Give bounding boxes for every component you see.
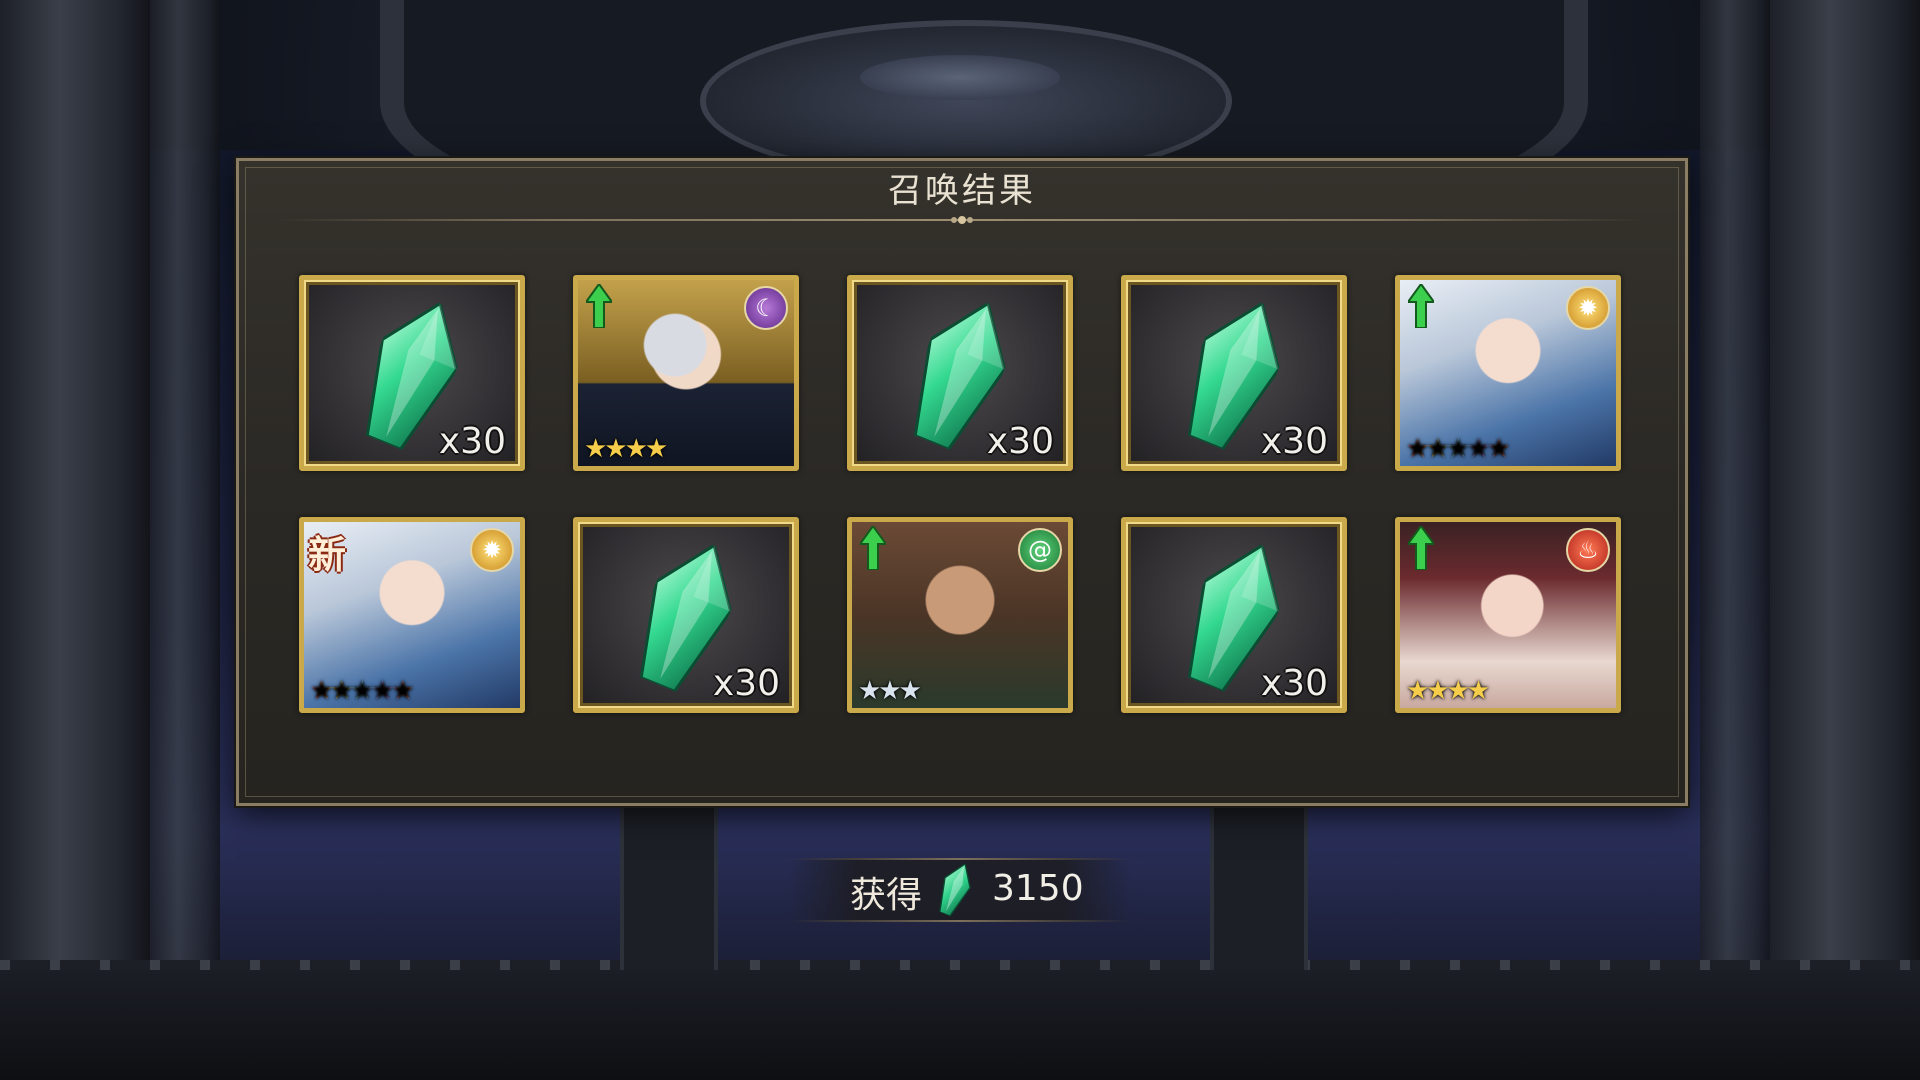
crystal-quantity: x30 [986,421,1054,462]
crystal-reward-card[interactable]: x30 [847,275,1073,471]
arrow-up-icon [1408,526,1434,570]
crystal-quantity: x30 [712,663,780,704]
flame-icon: ♨ [1566,528,1610,572]
title-ornament-icon [922,216,1002,224]
background-floor [0,970,1920,1080]
obtained-summary: 获得 3150 [788,858,1132,922]
crystal-reward-card[interactable]: x30 [1121,517,1347,713]
background-pillar [1700,0,1770,1080]
crystal-quantity: x30 [1260,663,1328,704]
crystal-reward-card[interactable]: x30 [299,275,525,471]
obtained-label: 获得 [850,875,923,916]
arrow-up-icon [586,284,612,328]
crystal-quantity: x30 [1260,421,1328,462]
rarity-stars: ★★★★★ [310,676,415,706]
background-pillar [150,0,220,1080]
background-pillar [0,0,150,1080]
character-reward-card[interactable]: @ ★★★ [847,517,1073,713]
rarity-stars: ★★★★ [584,434,668,464]
rarity-stars: ★★★★ [1406,676,1490,706]
character-reward-card[interactable]: ✹ ★★★★★ [1395,275,1621,471]
character-reward-card[interactable]: ♨ ★★★★ [1395,517,1621,713]
swirl-icon: @ [1018,528,1062,572]
new-badge: 新 [308,533,347,577]
moon-icon: ☾ [744,286,788,330]
crystal-reward-card[interactable]: x30 [573,517,799,713]
rarity-stars: ★★★★★ [1406,434,1511,464]
crystal-icon [939,862,971,917]
arrow-up-icon [860,526,886,570]
crystal-quantity: x30 [438,421,506,462]
arrow-up-icon [1408,284,1434,328]
sun-icon: ✹ [470,528,514,572]
dialog-title: 召唤结果 [888,171,1036,211]
character-reward-card[interactable]: ✹ 新 ★★★★★ [299,517,525,713]
sun-icon: ✹ [1566,286,1610,330]
result-grid: x30 ☾ ★★★★ x30 x30 ✹ ★★★★★ ✹ 新 ★★★★★ x30 @ ★★★ x30 ♨ ★★… [299,275,1625,715]
character-reward-card[interactable]: ☾ ★★★★ [573,275,799,471]
summon-result-dialog: 召唤结果 x30 ☾ ★★★★ x30 x30 ✹ ★★★★★ ✹ 新 ★★★★★ x30 @ ★★★ x… [236,158,1688,806]
summon-result-screen: { "dialog": { "title": "召唤结果" }, "result… [0,0,1920,1080]
rarity-stars: ★★★ [858,676,922,706]
crystal-reward-card[interactable]: x30 [1121,275,1347,471]
obtained-amount: 3150 [992,868,1084,909]
background-pillar [1770,0,1920,1080]
background-dome-window [860,55,1060,100]
